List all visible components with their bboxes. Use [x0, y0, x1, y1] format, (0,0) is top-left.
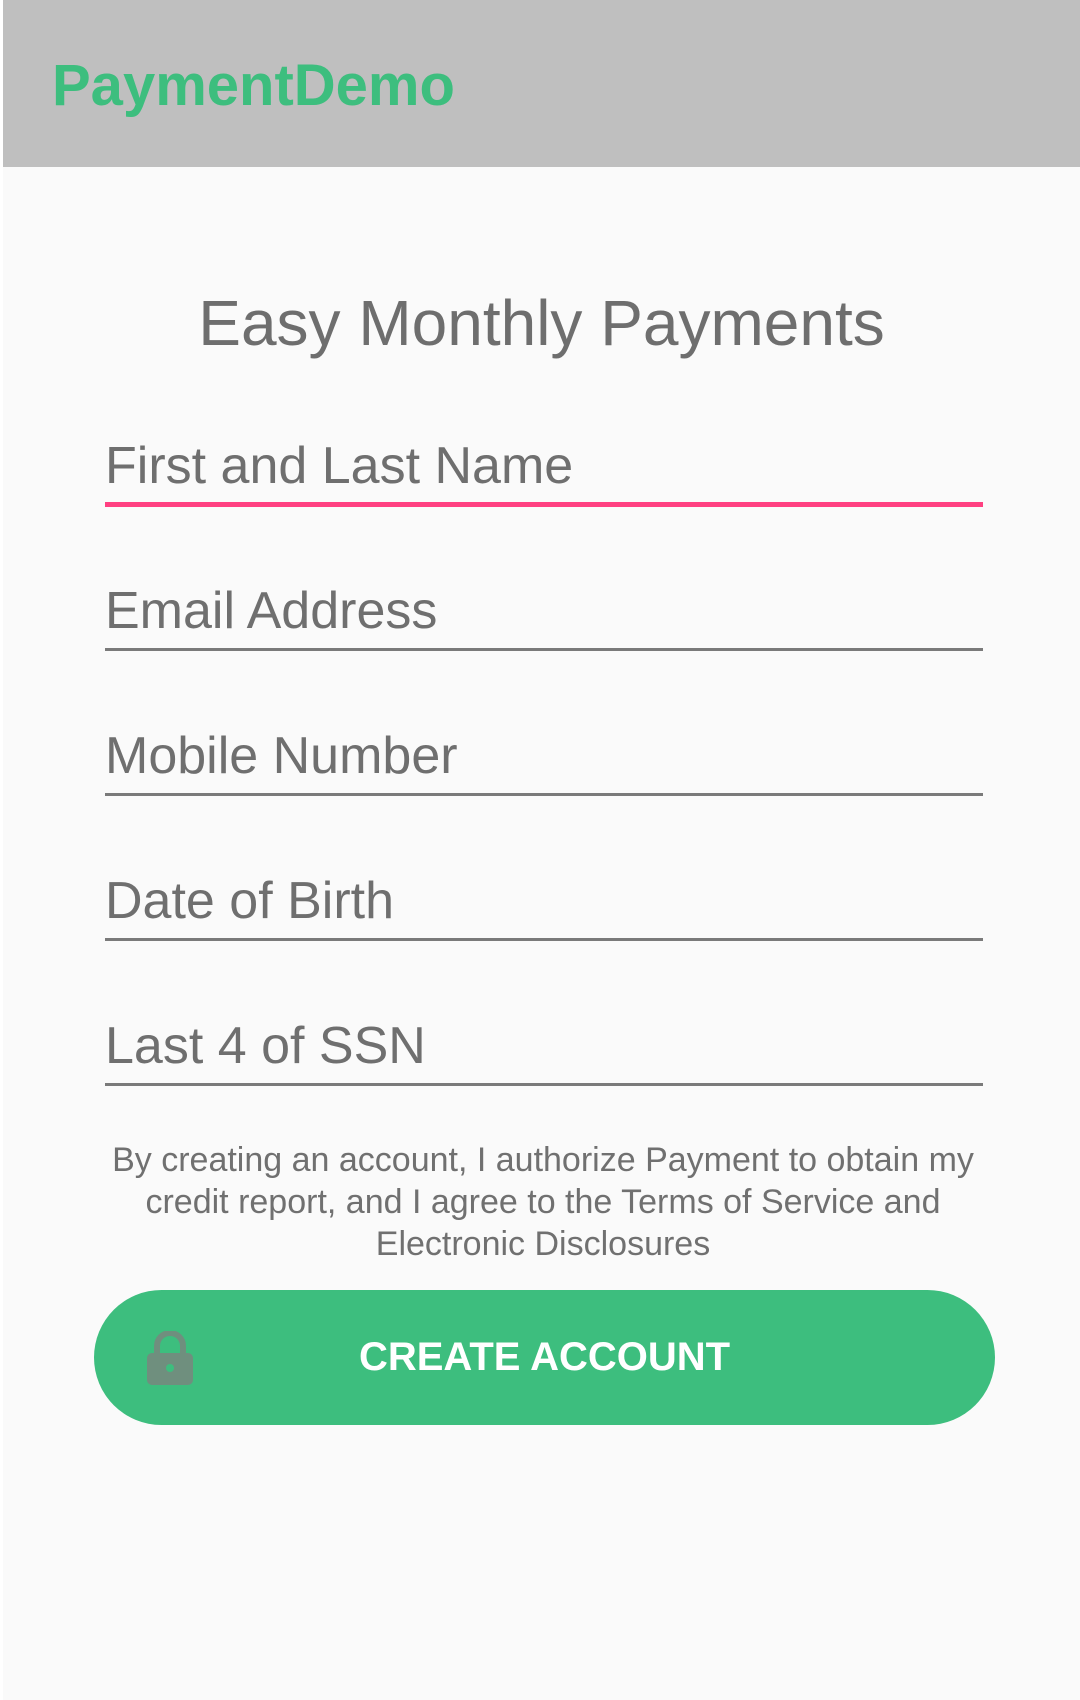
ssn-field-underline: [105, 1083, 983, 1086]
mobile-field: [105, 721, 983, 796]
name-field-underline: [105, 502, 983, 507]
email-field-underline: [105, 648, 983, 651]
app-title: PaymentDemo: [52, 53, 455, 118]
mobile-input[interactable]: [105, 721, 983, 791]
create-account-label: CREATE ACCOUNT: [358, 1335, 731, 1379]
dob-field: [105, 866, 983, 941]
mobile-field-underline: [105, 793, 983, 796]
dob-field-underline: [105, 938, 983, 941]
dob-input[interactable]: [105, 866, 983, 936]
name-input[interactable]: [105, 431, 983, 501]
disclaimer-text: By creating an account, I authorize Paym…: [112, 1141, 974, 1263]
create-account-button[interactable]: CREATE ACCOUNT: [94, 1290, 995, 1425]
app-bar: PaymentDemo: [3, 0, 1080, 167]
form-heading: Easy Monthly Payments: [198, 287, 885, 359]
ssn-input[interactable]: [105, 1011, 983, 1081]
screen: PaymentDemo Easy Monthly Payments By cre…: [3, 0, 1080, 1700]
email-field: [105, 576, 983, 651]
ssn-field: [105, 1011, 983, 1086]
name-field: [105, 431, 983, 507]
email-input[interactable]: [105, 576, 983, 646]
